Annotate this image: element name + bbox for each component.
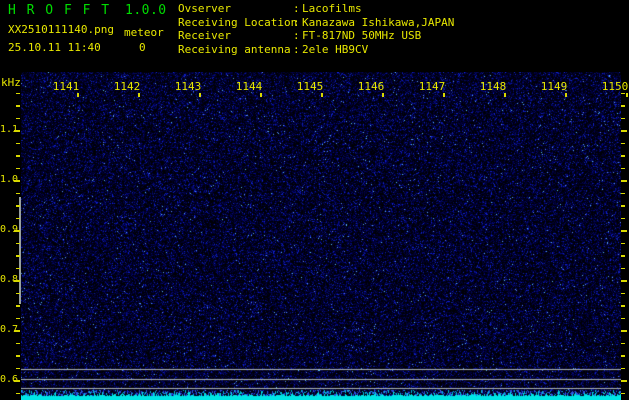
freq-axis-tick-left — [16, 293, 20, 295]
freq-axis-tick-right — [621, 93, 625, 95]
observer-info-label: Receiver — [178, 29, 293, 43]
freq-axis-tick-right — [621, 343, 625, 345]
freq-axis-tick-right — [621, 268, 625, 270]
freq-axis-tick-left — [16, 93, 20, 95]
observer-info-separator: : — [293, 16, 302, 30]
freq-axis-tick-left — [16, 393, 20, 395]
freq-window-marker-line — [19, 197, 21, 304]
time-axis-label: 1143 — [173, 80, 203, 93]
observer-info-value: 2ele HB9CV — [302, 43, 368, 57]
time-axis-tick — [138, 93, 140, 97]
freq-axis-tick-right — [621, 143, 625, 145]
meteor-count: 0 — [139, 41, 146, 54]
freq-axis-tick-right — [621, 393, 625, 395]
freq-axis-tick-left — [14, 180, 20, 182]
time-axis-tick — [321, 93, 323, 97]
freq-axis-tick-right — [621, 218, 625, 220]
observer-info-row: Receiving Location: Kanazawa Ishikawa,JAP… — [178, 16, 454, 30]
spectrogram-canvas — [21, 72, 621, 400]
observer-info-separator: : — [293, 43, 302, 57]
observer-info-block: Ovserver: Lacofilms Receiving Location: Kan… — [178, 2, 454, 56]
freq-axis-tick-right — [621, 168, 625, 170]
freq-axis-tick-left — [14, 230, 20, 232]
observer-info-label: Ovserver — [178, 2, 293, 16]
freq-axis-tick-right — [621, 155, 625, 157]
freq-axis-tick-right — [621, 180, 627, 182]
freq-axis-unit-label: kHz — [1, 76, 21, 89]
freq-axis-tick-left — [16, 205, 20, 207]
freq-axis-tick-left — [14, 330, 20, 332]
freq-axis-tick-left — [14, 280, 20, 282]
time-axis-label: 1148 — [478, 80, 508, 93]
capture-datetime: 25.10.11 11:40 — [8, 41, 101, 54]
observer-info-label: Receiving antenna — [178, 43, 293, 57]
freq-axis-tick-left — [16, 155, 20, 157]
freq-axis-tick-left — [16, 355, 20, 357]
freq-axis-tick-right — [621, 355, 625, 357]
freq-axis-tick-left — [16, 255, 20, 257]
freq-axis-tick-right — [621, 193, 625, 195]
observer-info-row: Receiver: FT-817ND 50MHz USB — [178, 29, 454, 43]
app-title: H R O F F T — [8, 3, 111, 18]
freq-axis-tick-right — [621, 130, 627, 132]
time-axis-label: 1145 — [295, 80, 325, 93]
observer-info-separator: : — [293, 2, 302, 16]
freq-axis-tick-left — [16, 368, 20, 370]
time-axis-label: 1144 — [234, 80, 264, 93]
time-axis-label: 1142 — [112, 80, 142, 93]
freq-axis-tick-right — [621, 118, 625, 120]
mode-label: meteor — [124, 26, 164, 39]
freq-axis-tick-left — [16, 193, 20, 195]
freq-axis-tick-right — [621, 205, 625, 207]
freq-axis-tick-right — [621, 293, 625, 295]
freq-axis-tick-right — [621, 380, 627, 382]
freq-axis-tick-right — [621, 243, 625, 245]
freq-axis-tick-right — [621, 368, 625, 370]
freq-axis-tick-left — [16, 305, 20, 307]
freq-axis-tick-right — [621, 280, 627, 282]
time-axis-label: 1147 — [417, 80, 447, 93]
time-axis-tick — [382, 93, 384, 97]
observer-info-value: Kanazawa Ishikawa,JAPAN — [302, 16, 454, 30]
time-axis-label: 1150 — [600, 80, 629, 93]
time-axis-tick — [565, 93, 567, 97]
freq-axis-tick-right — [621, 105, 625, 107]
freq-axis-tick-left — [14, 380, 20, 382]
observer-info-label: Receiving Location — [178, 16, 293, 30]
freq-axis-tick-right — [621, 230, 627, 232]
freq-axis-tick-left — [16, 143, 20, 145]
observer-info-row: Receiving antenna:2ele HB9CV — [178, 43, 454, 57]
freq-axis-tick-right — [621, 305, 625, 307]
freq-axis-tick-right — [621, 330, 627, 332]
observer-info-value: FT-817ND 50MHz USB — [302, 29, 421, 43]
freq-axis-tick-left — [16, 318, 20, 320]
time-axis-label: 1146 — [356, 80, 386, 93]
freq-axis-tick-right — [621, 318, 625, 320]
freq-axis-tick-left — [16, 218, 20, 220]
app-version: 1.0.0 — [125, 3, 167, 18]
time-axis-label: 1141 — [51, 80, 81, 93]
freq-axis-tick-left — [16, 268, 20, 270]
time-axis-label: 1149 — [539, 80, 569, 93]
freq-axis-tick-right — [621, 255, 625, 257]
hrofft-window: H R O F F T 1.0.0 XX2510111140.png meteo… — [0, 0, 629, 400]
time-axis-tick — [77, 93, 79, 97]
freq-axis-tick-left — [16, 118, 20, 120]
time-axis-tick — [260, 93, 262, 97]
time-axis-tick — [626, 93, 628, 97]
freq-axis-tick-left — [16, 168, 20, 170]
observer-info-row: Ovserver: Lacofilms — [178, 2, 454, 16]
observer-info-separator: : — [293, 29, 302, 43]
time-axis-tick — [504, 93, 506, 97]
capture-filename: XX2510111140.png — [8, 23, 114, 36]
time-axis-tick — [443, 93, 445, 97]
freq-axis-tick-left — [16, 105, 20, 107]
freq-axis-tick-left — [16, 243, 20, 245]
time-axis-tick — [199, 93, 201, 97]
freq-axis-tick-left — [16, 343, 20, 345]
observer-info-value: Lacofilms — [302, 2, 362, 16]
freq-axis-tick-left — [14, 130, 20, 132]
